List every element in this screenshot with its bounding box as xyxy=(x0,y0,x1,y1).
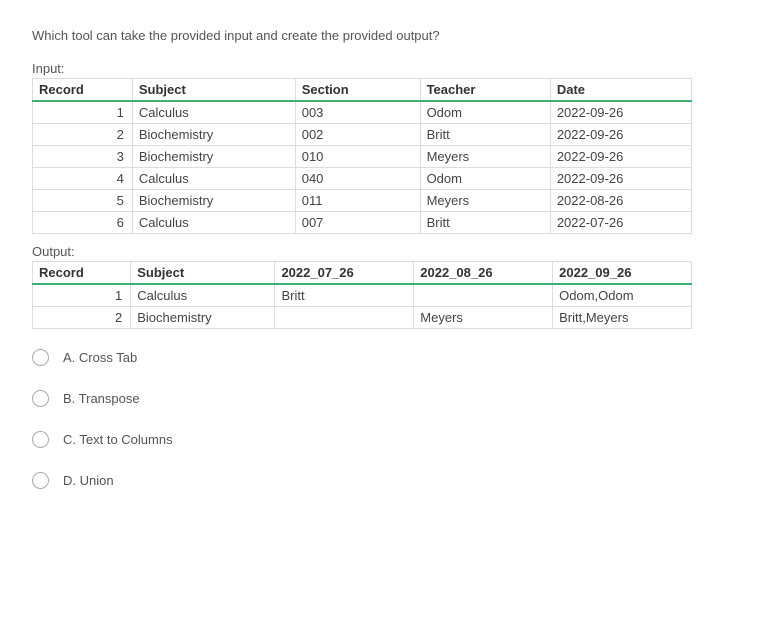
cell-record: 1 xyxy=(33,284,131,307)
cell-date: 2022-07-26 xyxy=(550,212,691,234)
col-record: Record xyxy=(33,79,133,102)
col-d3: 2022_09_26 xyxy=(553,262,692,285)
table-row: 5 Biochemistry 011 Meyers 2022-08-26 xyxy=(33,190,692,212)
option-b[interactable]: B. Transpose xyxy=(32,390,726,407)
cell-teacher: Meyers xyxy=(420,190,550,212)
cell-subject: Calculus xyxy=(132,101,295,124)
cell-subject: Biochemistry xyxy=(132,146,295,168)
col-section: Section xyxy=(295,79,420,102)
cell-teacher: Meyers xyxy=(420,146,550,168)
output-label: Output: xyxy=(32,244,726,259)
cell-teacher: Britt xyxy=(420,124,550,146)
cell-section: 040 xyxy=(295,168,420,190)
col-d1: 2022_07_26 xyxy=(275,262,414,285)
cell-teacher: Odom xyxy=(420,168,550,190)
cell-subject: Calculus xyxy=(132,168,295,190)
cell-section: 011 xyxy=(295,190,420,212)
table-header-row: Record Subject Section Teacher Date xyxy=(33,79,692,102)
table-row: 2 Biochemistry 002 Britt 2022-09-26 xyxy=(33,124,692,146)
table-header-row: Record Subject 2022_07_26 2022_08_26 202… xyxy=(33,262,692,285)
option-label: B. Transpose xyxy=(63,391,140,406)
cell-date: 2022-09-26 xyxy=(550,146,691,168)
cell-subject: Biochemistry xyxy=(132,190,295,212)
table-row: 3 Biochemistry 010 Meyers 2022-09-26 xyxy=(33,146,692,168)
table-row: 1 Calculus 003 Odom 2022-09-26 xyxy=(33,101,692,124)
answer-options: A. Cross Tab B. Transpose C. Text to Col… xyxy=(32,349,726,489)
cell-teacher: Odom xyxy=(420,101,550,124)
radio-icon xyxy=(32,472,49,489)
question-text: Which tool can take the provided input a… xyxy=(32,28,726,43)
cell-d3: Odom,Odom xyxy=(553,284,692,307)
table-row: 4 Calculus 040 Odom 2022-09-26 xyxy=(33,168,692,190)
cell-record: 2 xyxy=(33,124,133,146)
input-table: Record Subject Section Teacher Date 1 Ca… xyxy=(32,78,692,234)
col-date: Date xyxy=(550,79,691,102)
option-label: D. Union xyxy=(63,473,114,488)
option-label: A. Cross Tab xyxy=(63,350,137,365)
table-row: 2 Biochemistry Meyers Britt,Meyers xyxy=(33,307,692,329)
option-c[interactable]: C. Text to Columns xyxy=(32,431,726,448)
cell-subject: Calculus xyxy=(131,284,275,307)
cell-date: 2022-09-26 xyxy=(550,101,691,124)
cell-d2: Meyers xyxy=(414,307,553,329)
output-table: Record Subject 2022_07_26 2022_08_26 202… xyxy=(32,261,692,329)
cell-record: 1 xyxy=(33,101,133,124)
cell-subject: Calculus xyxy=(132,212,295,234)
cell-date: 2022-08-26 xyxy=(550,190,691,212)
cell-d3: Britt,Meyers xyxy=(553,307,692,329)
cell-section: 002 xyxy=(295,124,420,146)
table-row: 1 Calculus Britt Odom,Odom xyxy=(33,284,692,307)
cell-teacher: Britt xyxy=(420,212,550,234)
col-record: Record xyxy=(33,262,131,285)
cell-section: 007 xyxy=(295,212,420,234)
cell-date: 2022-09-26 xyxy=(550,124,691,146)
cell-record: 2 xyxy=(33,307,131,329)
table-row: 6 Calculus 007 Britt 2022-07-26 xyxy=(33,212,692,234)
cell-record: 4 xyxy=(33,168,133,190)
cell-d1: Britt xyxy=(275,284,414,307)
option-label: C. Text to Columns xyxy=(63,432,173,447)
col-subject: Subject xyxy=(132,79,295,102)
cell-d2 xyxy=(414,284,553,307)
cell-subject: Biochemistry xyxy=(131,307,275,329)
cell-subject: Biochemistry xyxy=(132,124,295,146)
cell-date: 2022-09-26 xyxy=(550,168,691,190)
col-subject: Subject xyxy=(131,262,275,285)
radio-icon xyxy=(32,349,49,366)
col-d2: 2022_08_26 xyxy=(414,262,553,285)
cell-d1 xyxy=(275,307,414,329)
cell-record: 6 xyxy=(33,212,133,234)
cell-record: 3 xyxy=(33,146,133,168)
radio-icon xyxy=(32,431,49,448)
option-d[interactable]: D. Union xyxy=(32,472,726,489)
option-a[interactable]: A. Cross Tab xyxy=(32,349,726,366)
cell-section: 003 xyxy=(295,101,420,124)
cell-section: 010 xyxy=(295,146,420,168)
col-teacher: Teacher xyxy=(420,79,550,102)
input-label: Input: xyxy=(32,61,726,76)
cell-record: 5 xyxy=(33,190,133,212)
radio-icon xyxy=(32,390,49,407)
